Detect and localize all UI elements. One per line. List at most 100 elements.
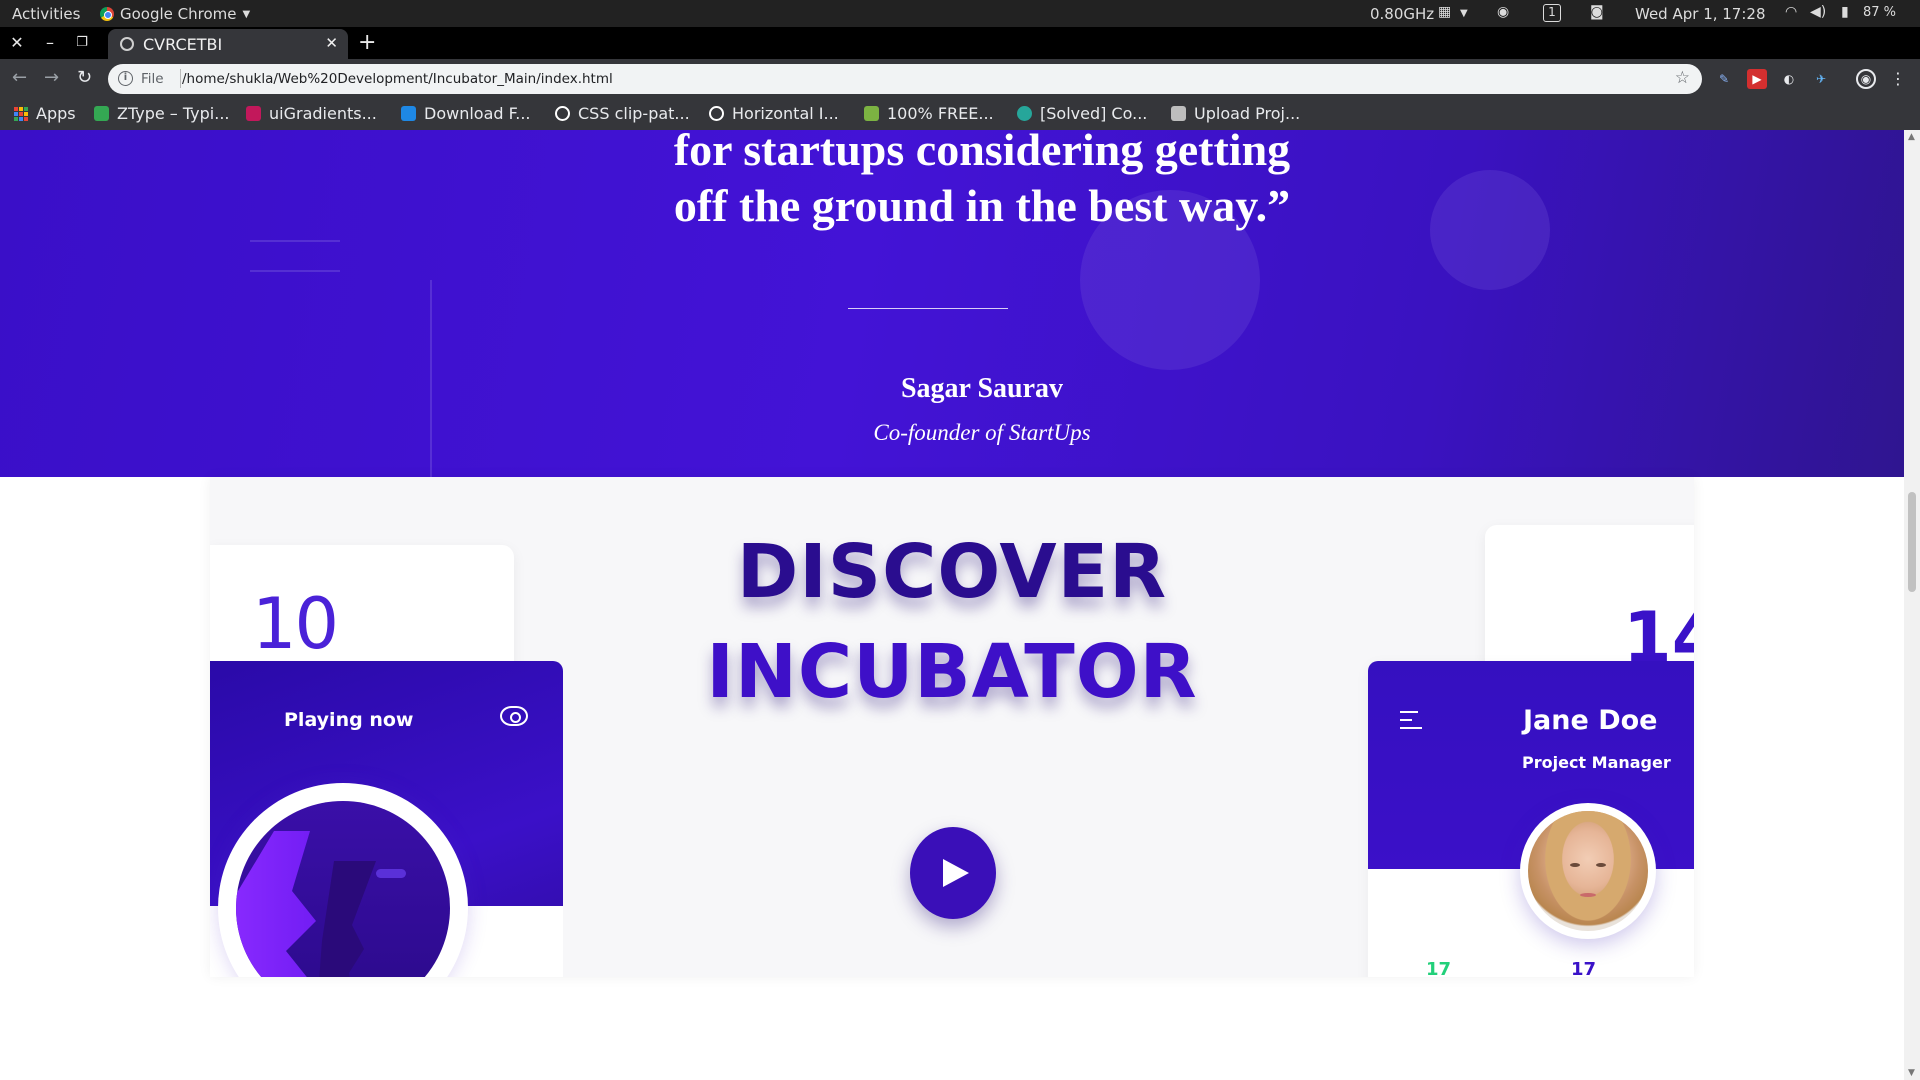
bookmark-label: [Solved] Co... bbox=[1040, 104, 1148, 123]
scroll-down-arrow-icon[interactable]: ▼ bbox=[1908, 1068, 1915, 1078]
scroll-up-arrow-icon[interactable]: ▲ bbox=[1908, 132, 1915, 142]
cpu-frequency[interactable]: 0.80GHz bbox=[1370, 5, 1434, 23]
wifi-icon[interactable]: ◠ bbox=[1785, 4, 1797, 20]
workspace-indicator[interactable]: 1 bbox=[1543, 4, 1561, 22]
discover-title-line1: DISCOVER bbox=[736, 529, 1168, 615]
eyedropper-extension-icon[interactable]: ✎ bbox=[1714, 69, 1734, 89]
bookmark-apps[interactable]: Apps bbox=[14, 104, 76, 123]
battery-percent: 87 % bbox=[1863, 5, 1897, 20]
ztype-favicon-icon bbox=[94, 106, 109, 121]
bookmark-label: ZType – Typi... bbox=[117, 104, 230, 123]
testimonial-quote-line1: for startups considering getting bbox=[673, 130, 1291, 175]
bookmark-label: 100% FREE... bbox=[887, 104, 994, 123]
address-separator bbox=[180, 69, 181, 88]
address-bar[interactable]: i File /home/shukla/Web%20Development/In… bbox=[108, 64, 1702, 94]
window-close-icon[interactable]: ✕ bbox=[7, 33, 27, 52]
discover-section: 10 Playing now DISCOVER INCUBATOR 14 bbox=[210, 477, 1694, 977]
background-whiteboard-line bbox=[250, 240, 340, 242]
profile-name: Jane Doe bbox=[1523, 705, 1658, 736]
tab-title: CVRCETBI bbox=[143, 35, 223, 54]
theme-extension-icon[interactable]: ◐ bbox=[1779, 69, 1799, 89]
upload-favicon-icon bbox=[1171, 106, 1186, 121]
solved-favicon-icon bbox=[1017, 106, 1032, 121]
reload-icon[interactable]: ↻ bbox=[77, 67, 92, 88]
airplane-extension-icon[interactable]: ✈ bbox=[1811, 69, 1831, 89]
app-menu[interactable]: Google Chrome ▼ bbox=[100, 5, 250, 23]
quote-divider bbox=[848, 308, 1008, 309]
bookmark-free[interactable]: 100% FREE... bbox=[864, 104, 994, 123]
testimonial-role: Co-founder of StartUps bbox=[873, 420, 1091, 445]
avatar-mouth bbox=[1580, 893, 1596, 897]
codepen-favicon-icon bbox=[709, 106, 724, 121]
chrome-logo-icon bbox=[100, 7, 114, 21]
bookmark-upload[interactable]: Upload Proj... bbox=[1171, 104, 1300, 123]
os-top-panel: Activities Google Chrome ▼ 0.80GHz ▦ ▼ ◉… bbox=[0, 0, 1920, 27]
bookmark-uigradients[interactable]: uiGradients... bbox=[246, 104, 377, 123]
profile-stat-left: 17 bbox=[1426, 959, 1452, 977]
avatar-hair bbox=[1538, 811, 1638, 931]
album-disc bbox=[218, 783, 468, 977]
background-whiteboard-line bbox=[250, 270, 340, 272]
avatar-photo bbox=[1528, 811, 1648, 931]
chevron-down-icon[interactable]: ▼ bbox=[1460, 8, 1468, 19]
download-favicon-icon bbox=[401, 106, 416, 121]
profile-stat-right: 17 bbox=[1571, 959, 1597, 977]
video-extension-icon[interactable]: ▶ bbox=[1747, 69, 1767, 89]
bookmark-label: Horizontal I... bbox=[732, 104, 839, 123]
avatar-eye bbox=[1570, 863, 1580, 867]
more-options-icon[interactable]: ⋮ bbox=[1888, 69, 1908, 89]
site-info-icon[interactable]: i bbox=[118, 71, 133, 86]
new-tab-icon[interactable]: + bbox=[358, 30, 376, 55]
album-art bbox=[236, 801, 450, 977]
address-url[interactable]: /home/shukla/Web%20Development/Incubator… bbox=[182, 71, 613, 87]
activities-button[interactable]: Activities bbox=[12, 5, 80, 23]
browser-toolbar: ← → ↻ i File /home/shukla/Web%20Developm… bbox=[0, 59, 1920, 99]
page-viewport: for startups considering getting off the… bbox=[0, 130, 1904, 1080]
window-restore-icon[interactable]: ❐ bbox=[72, 35, 92, 50]
bookmark-ztype[interactable]: ZType – Typi... bbox=[94, 104, 230, 123]
screenshot-camera-icon[interactable]: ◙ bbox=[1590, 4, 1604, 20]
bookmark-horizontal[interactable]: Horizontal I... bbox=[709, 104, 839, 123]
window-minimize-icon[interactable]: – bbox=[40, 33, 60, 52]
browser-tab[interactable]: CVRCETBI ✕ bbox=[108, 29, 348, 59]
profile-title: Project Manager bbox=[1522, 753, 1671, 772]
play-video-button[interactable] bbox=[910, 827, 996, 919]
avatar bbox=[1520, 803, 1656, 939]
scrollbar-thumb[interactable] bbox=[1908, 492, 1916, 592]
volume-icon[interactable]: ◀) bbox=[1810, 4, 1826, 20]
free-favicon-icon bbox=[864, 106, 879, 121]
testimonial-quote-line2: off the ground in the best way.” bbox=[673, 180, 1291, 231]
menu-icon[interactable] bbox=[1400, 711, 1422, 735]
page-scrollbar[interactable]: ▲ ▼ bbox=[1904, 130, 1920, 1080]
bookmarks-bar: Apps ZType – Typi... uiGradients... Down… bbox=[0, 99, 1920, 130]
apps-grid-icon bbox=[14, 106, 28, 121]
profile-avatar-icon[interactable]: ◉ bbox=[1856, 69, 1876, 89]
bookmark-css-clip-path[interactable]: CSS clip-pat... bbox=[555, 104, 690, 123]
app-menu-label: Google Chrome bbox=[120, 5, 237, 23]
address-scheme: File bbox=[141, 71, 164, 87]
testimonial-author: Sagar Saurav bbox=[900, 373, 1064, 404]
bookmark-label: CSS clip-pat... bbox=[578, 104, 690, 123]
mail-notifier-icon[interactable]: ◉ bbox=[1497, 4, 1509, 20]
browser-tab-bar: ✕ – ❐ CVRCETBI ✕ + bbox=[0, 27, 1920, 59]
bookmark-download[interactable]: Download F... bbox=[401, 104, 531, 123]
tab-close-icon[interactable]: ✕ bbox=[325, 34, 338, 52]
tab-favicon-icon bbox=[120, 37, 134, 51]
bookmark-label: Apps bbox=[36, 104, 76, 123]
bookmark-star-icon[interactable]: ☆ bbox=[1675, 68, 1690, 88]
decorative-dash bbox=[376, 869, 406, 878]
clock[interactable]: Wed Apr 1, 17:28 bbox=[1635, 5, 1766, 23]
testimonial-section: for startups considering getting off the… bbox=[0, 130, 1904, 477]
battery-icon[interactable]: ▮ bbox=[1841, 4, 1849, 20]
forward-arrow-icon[interactable]: → bbox=[44, 67, 59, 88]
cpu-chip-icon: ▦ bbox=[1438, 4, 1452, 20]
profile-card[interactable]: Jane Doe Project Manager 17 17 bbox=[1368, 661, 1694, 977]
codepen-favicon-icon bbox=[555, 106, 570, 121]
bookmark-label: Download F... bbox=[424, 104, 531, 123]
bookmark-label: uiGradients... bbox=[269, 104, 377, 123]
uigradients-favicon-icon bbox=[246, 106, 261, 121]
face-silhouette-graphic bbox=[316, 861, 376, 977]
avatar-eye bbox=[1596, 863, 1606, 867]
bookmark-solved[interactable]: [Solved] Co... bbox=[1017, 104, 1147, 123]
back-arrow-icon[interactable]: ← bbox=[12, 67, 27, 88]
